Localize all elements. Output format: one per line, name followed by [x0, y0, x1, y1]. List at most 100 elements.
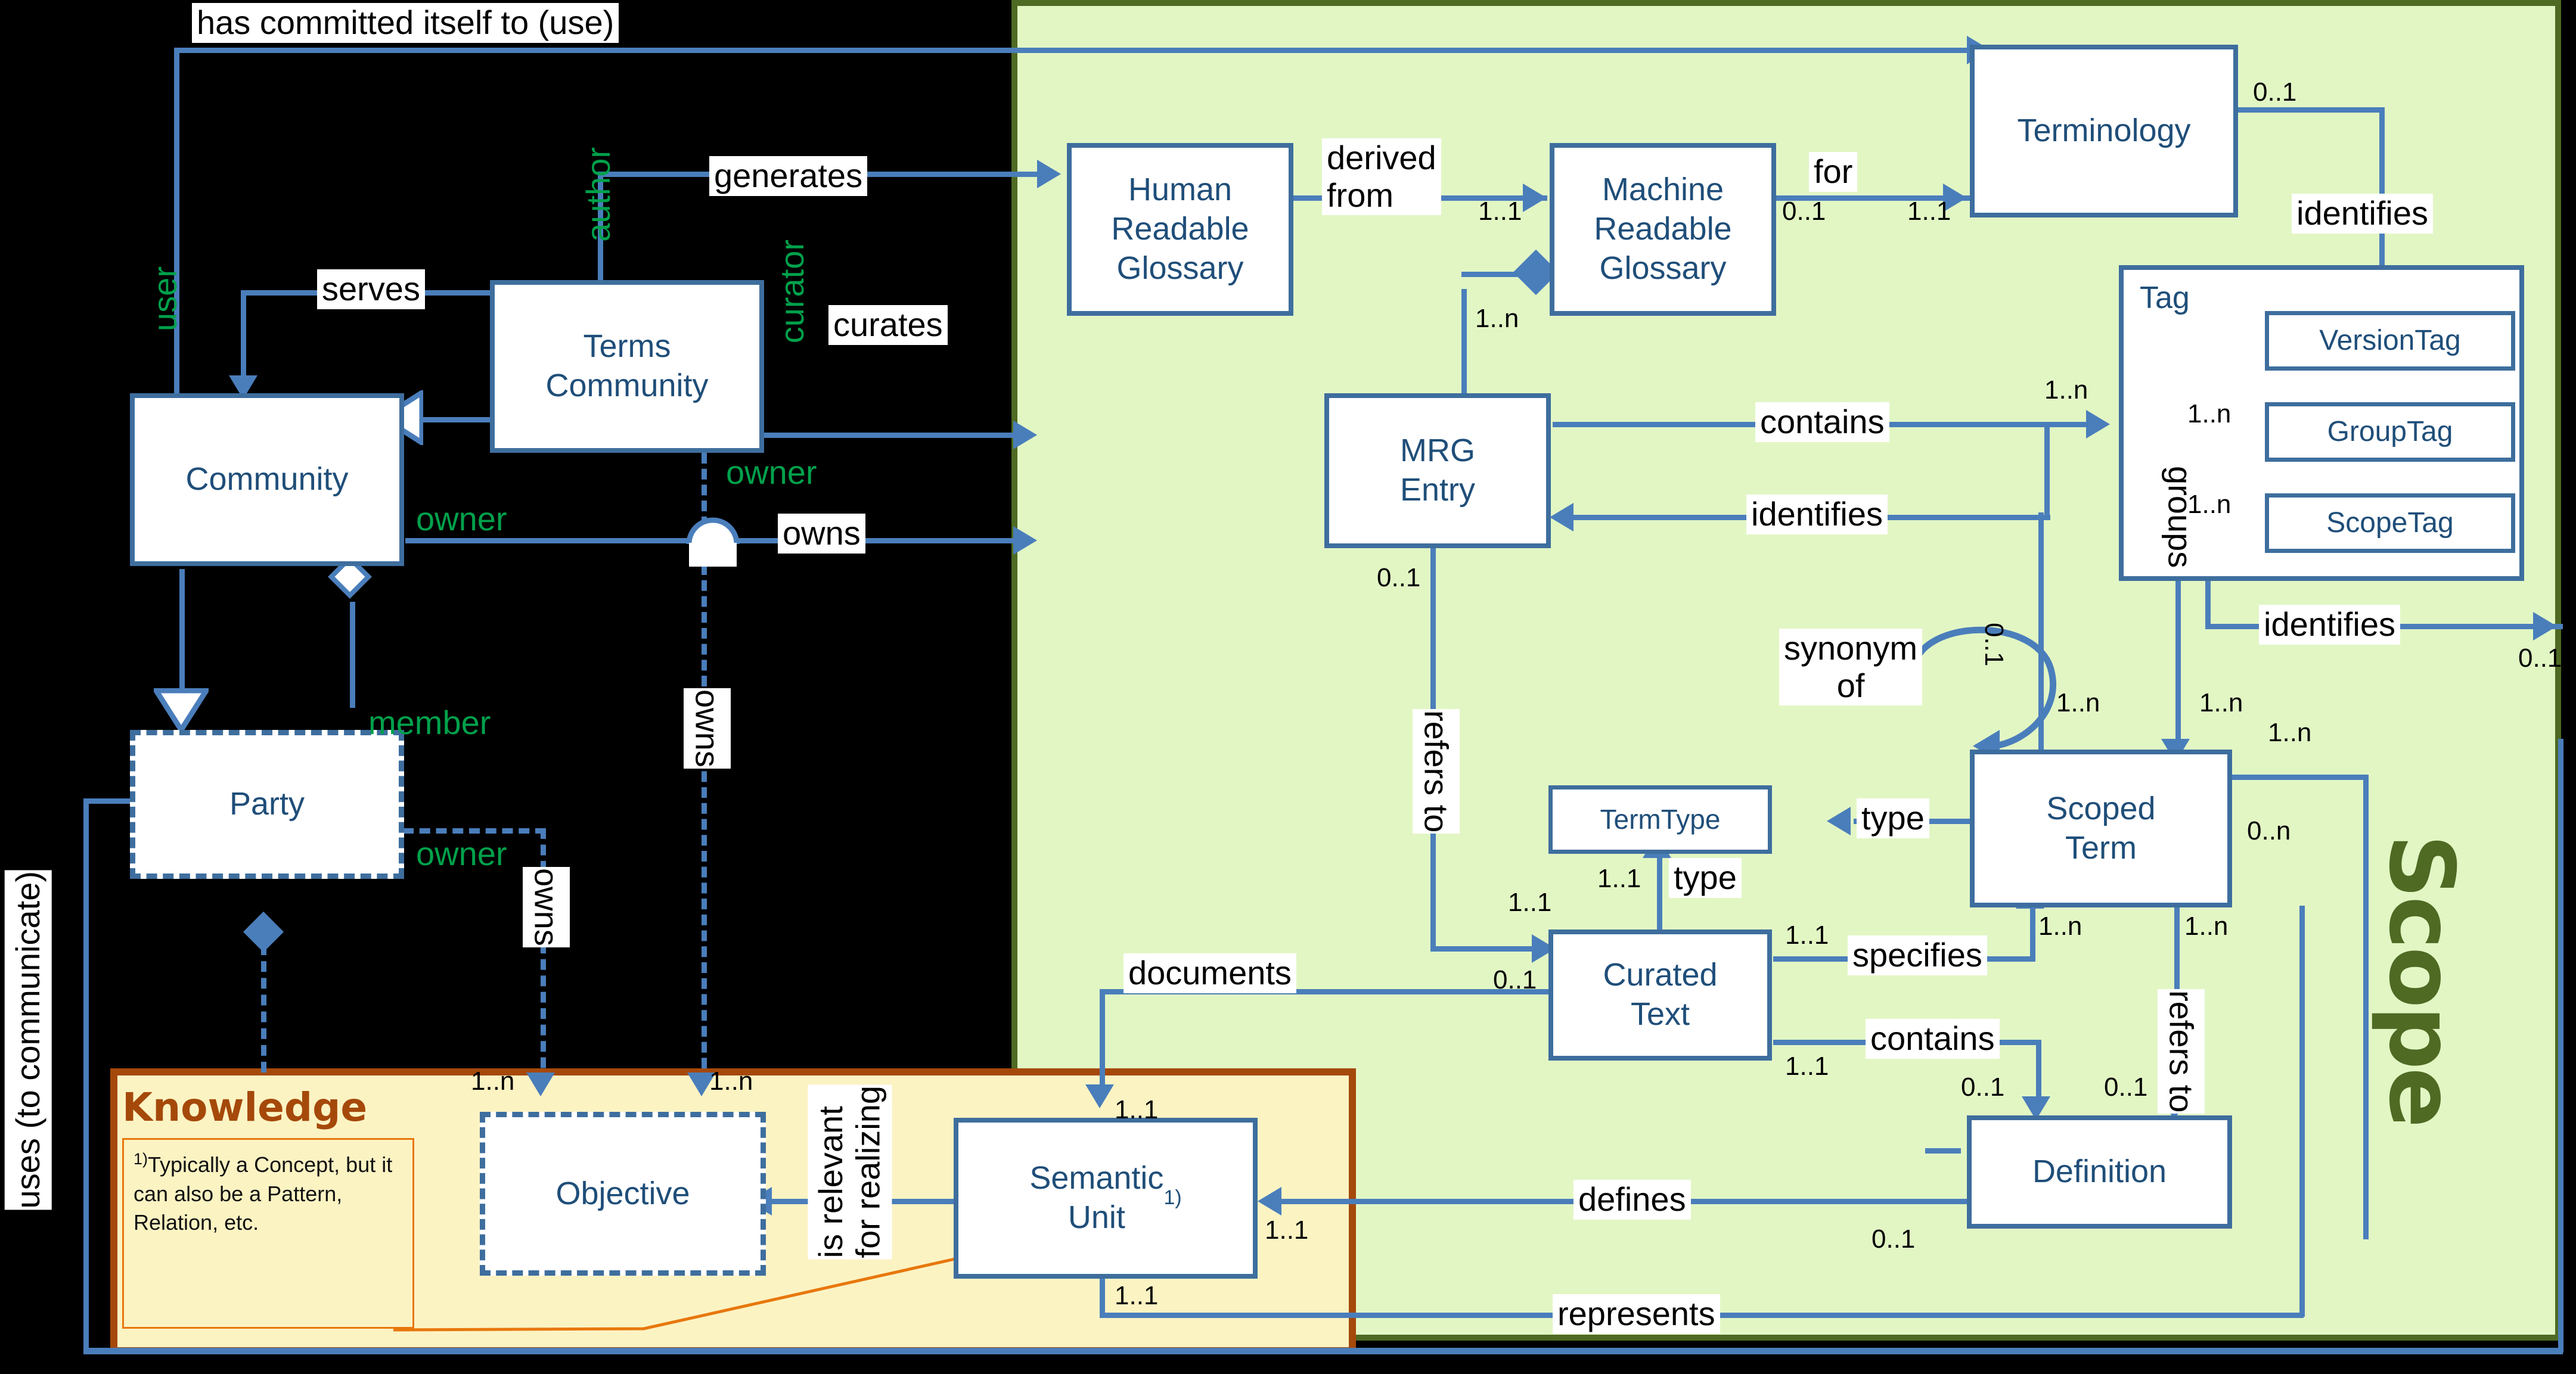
label-represents: represents	[1553, 1294, 1720, 1334]
composition-diamond-knowledge	[243, 912, 284, 952]
arrow-owns	[1013, 526, 1037, 555]
class-terminology-label: Terminology	[2017, 113, 2191, 149]
role-owner-community: owner	[416, 500, 507, 537]
mult-hrg-to-mrg: 1..1	[1478, 197, 1522, 226]
class-terms-community[interactable]: Terms Community	[490, 280, 764, 453]
class-version-tag[interactable]: VersionTag	[2265, 311, 2515, 371]
line-uses-v-right	[2558, 739, 2563, 1353]
class-tag-label: Tag	[2140, 281, 2190, 315]
label-documents: documents	[1123, 953, 1296, 993]
line-committed-h	[174, 48, 1968, 53]
role-member: member	[368, 704, 491, 741]
mult-semantic-documents: 1..1	[1115, 1095, 1159, 1124]
mult-curated-contains: 1..1	[1785, 1052, 1829, 1081]
class-term-type[interactable]: TermType	[1548, 785, 1772, 854]
class-curated-text[interactable]: Curated Text	[1548, 930, 1772, 1061]
line-mrg-entry-v	[1461, 289, 1467, 393]
line-serves-v	[241, 290, 246, 383]
label-type-curated: type	[1669, 858, 1742, 898]
label-refers-to-mrg: refers to	[1413, 709, 1460, 834]
class-semantic-unit-overlay-label: Semantic Unit	[1029, 1160, 1164, 1235]
class-objective-overlay[interactable]: Objective	[480, 1112, 766, 1276]
knowledge-footnote: 1)Typically a Concept, but it can also b…	[122, 1138, 414, 1329]
line-represents-v-right	[2299, 906, 2305, 1317]
line-specifies-h1	[1773, 956, 1857, 962]
line-scopedterm-right-loop-v	[2363, 775, 2369, 1239]
mult-curated-documents: 0..1	[1493, 965, 1537, 994]
label-is-relevant-for-realizing: is relevant for realizing	[808, 1084, 892, 1260]
knowledge-footnote-marker: 1)	[134, 1150, 148, 1168]
mult-termtype-type: 1..1	[1597, 864, 1641, 893]
class-party[interactable]: Party	[130, 730, 404, 879]
arrow-identifies-mrg	[1550, 503, 1573, 531]
class-human-readable-glossary[interactable]: Human Readable Glossary	[1067, 143, 1293, 316]
line-type-curated-v	[1657, 855, 1662, 932]
mult-scope-tag: 1..n	[2187, 490, 2232, 519]
line-groups-v	[2175, 581, 2181, 751]
line-identifies-terminology-h	[2214, 107, 2381, 113]
label-defines: defines	[1573, 1180, 1691, 1220]
class-terms-community-label: Terms Community	[545, 328, 709, 403]
mult-mrg-entry-agg: 1..n	[1475, 304, 1519, 333]
mult-group-tag: 1..n	[2187, 399, 2232, 428]
line-uses-h-top	[83, 798, 131, 804]
label-identifies-mrg: identifies	[1746, 495, 1888, 534]
mult-synonym: 0..1	[1979, 623, 2009, 667]
arrow-derived-from	[1523, 184, 1547, 212]
class-group-tag-label: GroupTag	[2327, 415, 2453, 447]
label-identifies-scoped: identifies	[2259, 605, 2401, 645]
mult-semantic-defines: 1..1	[1265, 1216, 1309, 1245]
label-contains-curated: contains	[1866, 1019, 2000, 1059]
class-semantic-unit-overlay[interactable]: Semantic Unit 1)	[954, 1118, 1258, 1279]
class-version-tag-label: VersionTag	[2319, 324, 2461, 356]
class-scope-tag[interactable]: ScopeTag	[2265, 493, 2515, 553]
mult-objective-owns-right: 1..n	[709, 1067, 753, 1096]
class-definition[interactable]: Definition	[1967, 1115, 2232, 1229]
arrow-contains-tag	[2086, 410, 2110, 439]
role-owner-tc: owner	[726, 453, 817, 491]
label-refers-to-scoped: refers to	[2158, 989, 2205, 1114]
line-owns-party-h	[403, 828, 546, 834]
label-owns-party: owns	[523, 867, 570, 947]
line-generalization-tc	[417, 417, 494, 422]
mult-scoped-specifies: 1..n	[2038, 912, 2082, 941]
label-contains-tag: contains	[1755, 402, 1889, 442]
line-contains-def-v	[2036, 1040, 2041, 1102]
arrow-curates	[1013, 421, 1037, 449]
mult-scoped-groups: 1..n	[2199, 688, 2243, 717]
mult-scoped-identifies: 1..n	[2268, 718, 2312, 747]
mult-definition-contains: 0..1	[1961, 1073, 2005, 1102]
diagram-canvas: Scope Community Terms Community Party Hu…	[0, 0, 2576, 1374]
mult-semantic-represents: 1..1	[1115, 1281, 1159, 1310]
class-mrg-label: Machine Readable Glossary	[1594, 172, 1732, 286]
class-community-label: Community	[185, 461, 349, 498]
mult-objective-owns-left: 1..n	[471, 1067, 515, 1096]
line-scopedterm-right-loop-h	[2212, 775, 2367, 780]
role-owner-party: owner	[416, 835, 507, 872]
line-uses-h-bottom	[83, 1348, 2563, 1354]
mult-terminology-identifies: 0..1	[2253, 77, 2297, 107]
mult-scoped-0n: 0..n	[2247, 816, 2291, 845]
arrow-tag-identifies-right	[2533, 612, 2557, 641]
knowledge-footnote-text: Typically a Concept, but it can also be …	[134, 1152, 393, 1235]
class-group-tag[interactable]: GroupTag	[2265, 402, 2515, 462]
mult-definition-defines: 0..1	[1872, 1224, 1916, 1254]
mult-curated-from-mrg: 1..1	[1508, 888, 1552, 917]
mult-terminology-for: 1..1	[1907, 197, 1951, 226]
label-has-committed: has committed itself to (use)	[192, 3, 619, 43]
label-generates: generates	[709, 156, 868, 196]
label-synonym-of: synonym of	[1779, 629, 1923, 706]
line-community-party-v	[179, 569, 185, 703]
mult-tag-identifies: 0..1	[2518, 644, 2562, 673]
role-curator: curator	[773, 240, 811, 344]
line-contains-def-h1	[1773, 1040, 1877, 1045]
class-curated-text-label: Curated Text	[1603, 957, 1718, 1032]
class-mrg-entry[interactable]: MRG Entry	[1324, 393, 1551, 548]
class-community[interactable]: Community	[130, 393, 404, 566]
label-serves: serves	[317, 269, 425, 309]
class-terminology[interactable]: Terminology	[1970, 45, 2238, 217]
arrow-defines	[1258, 1187, 1281, 1216]
class-scoped-term[interactable]: Scoped Term	[1970, 750, 2232, 907]
class-machine-readable-glossary[interactable]: Machine Readable Glossary	[1550, 143, 1776, 316]
generalization-triangle-party	[154, 688, 209, 731]
